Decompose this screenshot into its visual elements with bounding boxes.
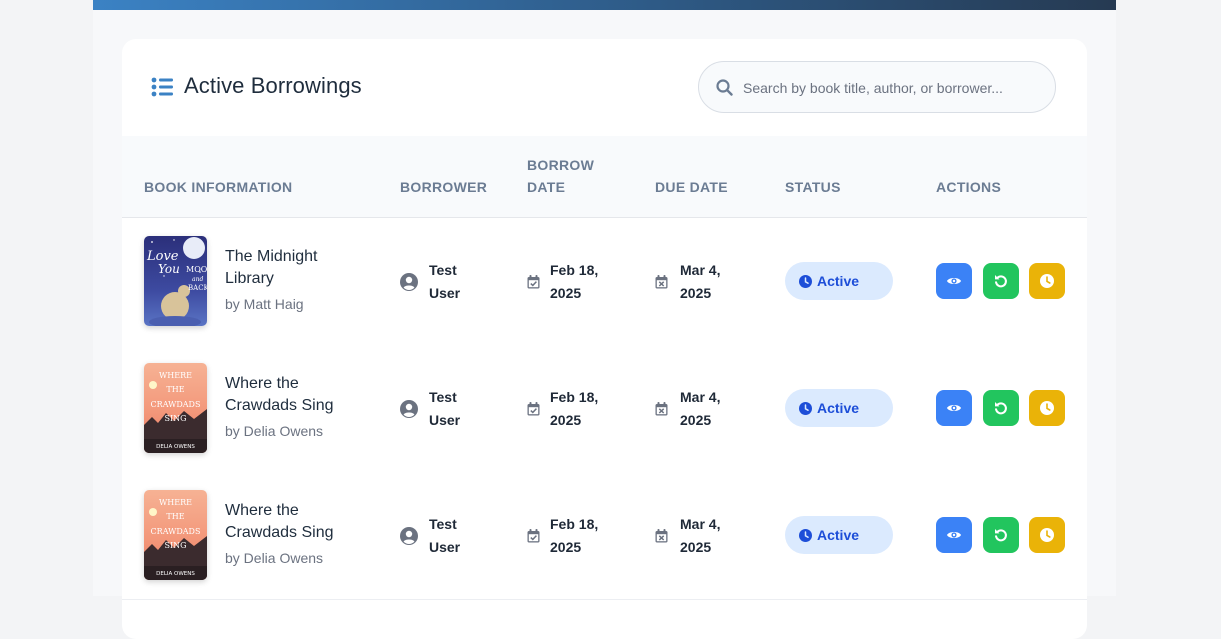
- book-author: by Delia Owens: [225, 550, 324, 566]
- borrower-name: Test User: [429, 389, 461, 428]
- status-badge: Active: [785, 516, 893, 554]
- cover-text: CRAWDADS: [151, 527, 201, 536]
- header-borrower: BORROWER: [400, 179, 488, 195]
- return-button[interactable]: [983, 263, 1019, 299]
- header-borrow-date-line1: BORROW: [527, 157, 595, 173]
- user-circle-icon: [400, 400, 418, 418]
- cover-text: THE: [166, 512, 184, 521]
- cover-text: WHERE: [159, 371, 192, 380]
- app-shell: Active Borrowings BOOK INFORMATION BORRO…: [93, 0, 1116, 639]
- borrow-date: Feb 18, 2025: [550, 389, 599, 428]
- return-button[interactable]: [983, 517, 1019, 553]
- table-row: WHERE THE CRAWDADS SING DELIA OWENS Wher…: [122, 472, 1087, 600]
- clock-icon: [799, 275, 812, 288]
- eye-icon: [947, 405, 961, 411]
- cover-text: DELIA OWENS: [156, 444, 195, 450]
- cover-text: BACK: [188, 284, 207, 292]
- page-title: Active Borrowings: [184, 73, 362, 98]
- book-cover: WHERE THE CRAWDADS SING DELIA OWENS: [144, 363, 207, 453]
- undo-icon: [995, 275, 1007, 288]
- search-input[interactable]: [741, 76, 1045, 100]
- header-book-information: BOOK INFORMATION: [144, 179, 293, 195]
- book-author: by Matt Haig: [225, 296, 304, 312]
- eye-icon: [947, 532, 961, 538]
- return-button[interactable]: [983, 390, 1019, 426]
- clock-icon: [1040, 528, 1054, 542]
- cover-text: DELIA OWENS: [156, 571, 195, 577]
- cover-text: WHERE: [159, 498, 192, 507]
- book-title: Where the Crawdads Sing: [225, 502, 334, 541]
- status-badge: Active: [785, 389, 893, 427]
- clock-icon: [1040, 401, 1054, 415]
- view-button[interactable]: [936, 517, 972, 553]
- cover-text: You: [158, 262, 180, 276]
- search-icon: [716, 79, 733, 96]
- calendar-check-icon: [527, 275, 540, 289]
- table-row: WHERE THE CRAWDADS SING DELIA OWENS Wher…: [122, 345, 1087, 473]
- status-label: Active: [817, 400, 860, 416]
- calendar-check-icon: [527, 529, 540, 543]
- extend-button[interactable]: [1029, 390, 1065, 426]
- header-due-date: DUE DATE: [655, 179, 728, 195]
- table-row: Love You MOO and BACK The Midnight Libra…: [122, 218, 1087, 346]
- clock-icon: [799, 402, 812, 415]
- list-icon: [151, 77, 173, 97]
- borrower-name: Test User: [429, 262, 461, 301]
- user-circle-icon: [400, 273, 418, 291]
- header-status: STATUS: [785, 179, 841, 195]
- borrower-name: Test User: [429, 516, 461, 555]
- calendar-x-icon: [655, 402, 668, 416]
- clock-icon: [1040, 274, 1054, 288]
- extend-button[interactable]: [1029, 263, 1065, 299]
- borrow-date: Feb 18, 2025: [550, 516, 599, 555]
- extend-button[interactable]: [1029, 517, 1065, 553]
- book-title: Where the Crawdads Sing: [225, 375, 334, 414]
- cover-text: THE: [166, 385, 184, 394]
- book-cover: Love You MOO and BACK: [144, 236, 207, 326]
- cover-text: MOO: [186, 265, 207, 274]
- status-label: Active: [817, 273, 860, 289]
- book-author: by Delia Owens: [225, 423, 324, 439]
- header-actions: ACTIONS: [936, 179, 1002, 195]
- header-borrow-date-line2: DATE: [527, 179, 566, 195]
- due-date: Mar 4, 2025: [680, 389, 721, 428]
- borrowings-card: Active Borrowings BOOK INFORMATION BORRO…: [122, 39, 1087, 639]
- card-header: Active Borrowings: [122, 39, 1087, 137]
- view-button[interactable]: [936, 263, 972, 299]
- cover-text: SING: [164, 414, 186, 423]
- calendar-check-icon: [527, 402, 540, 416]
- due-date: Mar 4, 2025: [680, 516, 721, 555]
- calendar-x-icon: [655, 275, 668, 289]
- clock-icon: [799, 529, 812, 542]
- calendar-x-icon: [655, 529, 668, 543]
- due-date: Mar 4, 2025: [680, 262, 721, 301]
- undo-icon: [995, 402, 1007, 415]
- user-circle-icon: [400, 527, 418, 545]
- borrow-date: Feb 18, 2025: [550, 262, 599, 301]
- cover-text: CRAWDADS: [151, 400, 201, 409]
- search-box[interactable]: [698, 61, 1056, 113]
- view-button[interactable]: [936, 390, 972, 426]
- status-badge: Active: [785, 262, 893, 300]
- book-title: The Midnight Library: [225, 248, 318, 287]
- book-cover: WHERE THE CRAWDADS SING DELIA OWENS: [144, 490, 207, 580]
- eye-icon: [947, 278, 961, 284]
- cover-text: and: [192, 276, 203, 283]
- cover-text: SING: [164, 541, 186, 550]
- undo-icon: [995, 529, 1007, 542]
- status-label: Active: [817, 527, 860, 543]
- table-header: BOOK INFORMATION BORROWER BORROW DATE DU…: [122, 136, 1087, 218]
- top-accent-bar: [93, 0, 1116, 10]
